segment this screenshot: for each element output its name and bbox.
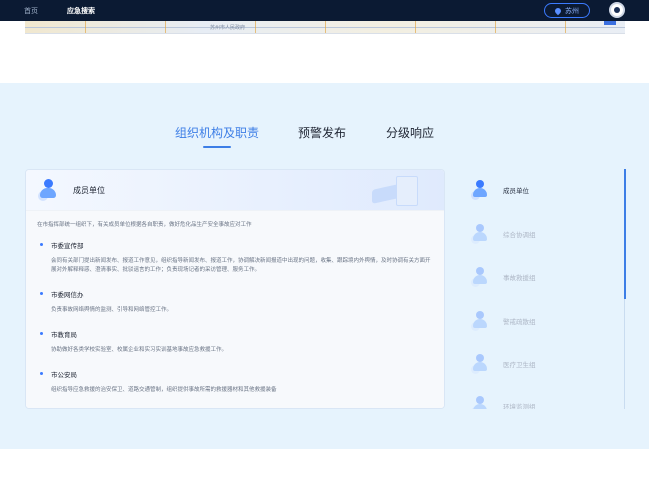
panel-title: 成员单位 [73,186,105,195]
tab-organization[interactable]: 组织机构及职责 [175,124,259,141]
unit-description: 会同有关部门提出新闻发布、报道工作意见，组织指导新闻发布、报道工作，协调解决新闻… [51,258,431,273]
nav-emergency-search[interactable]: 应急搜索 [67,6,95,16]
member-unit-icon [471,354,489,374]
location-label: 苏州 [565,6,579,15]
tab-warning-release[interactable]: 预警发布 [298,124,346,141]
map-control[interactable] [604,21,616,25]
map-view[interactable]: 苏州市人民政府 [25,21,625,34]
active-tab-indicator [203,146,231,148]
sidebar-item-medical[interactable]: 医疗卫生组 [471,351,621,377]
group-sidebar: 成员单位 综合协调组 事故救援组 警戒疏散组 医疗卫生组 环境监测组 [463,169,626,409]
unit-description: 组织指导应急救援的治安保卫、道路交通管制，组织提供事故所需的救援器材和其他救援装… [51,387,277,393]
panel-body[interactable]: 在市指挥部统一组织下，有关成员单位根据各自职责，做好危化品生产安全事故应对工作 … [26,210,444,408]
bullet-icon [40,292,43,295]
member-unit-icon [471,267,489,287]
sidebar-scroll-thumb[interactable] [623,169,626,299]
member-unit-panel: 成员单位 在市指挥部统一组织下，有关成员单位根据各自职责，做好危化品生产安全事故… [25,169,445,409]
panel-intro: 在市指挥部统一组织下，有关成员单位根据各自职责，做好危化品生产安全事故应对工作 [37,222,252,228]
sidebar-item-member-unit[interactable]: 成员单位 [471,177,621,203]
member-unit-icon [471,224,489,244]
sidebar-item-environment[interactable]: 环境监测组 [471,393,621,409]
sidebar-item-label: 成员单位 [503,187,529,195]
tab-bar: 组织机构及职责 预警发布 分级响应 [0,124,649,154]
sidebar-item-label: 警戒疏散组 [503,318,536,326]
sidebar-item-label: 综合协调组 [503,231,536,239]
sidebar-item-label: 医疗卫生组 [503,361,536,369]
unit-description: 负责事故网络舆情的监测、引导和网络管控工作。 [51,307,173,313]
member-unit-icon [471,311,489,331]
unit-description: 协助做好各类学校实验室、校属企业和实习实训基地事故应急救援工作。 [51,347,228,353]
unit-name: 市委宣传部 [51,242,84,250]
nav-home[interactable]: 首页 [24,6,38,16]
sidebar-item-evacuation[interactable]: 警戒疏散组 [471,308,621,334]
header-decoration-icon [366,172,426,210]
member-unit-icon [38,179,58,201]
sidebar-item-label: 事故救援组 [503,274,536,282]
unit-name: 市教育局 [51,331,77,339]
map-label: 苏州市人民政府 [210,25,246,31]
sidebar-item-label: 环境监测组 [503,403,536,409]
location-selector[interactable]: 苏州 [544,3,590,18]
sidebar-scrollbar[interactable] [623,169,626,409]
user-avatar-icon[interactable] [609,2,625,18]
bullet-icon [40,372,43,375]
sidebar-item-rescue[interactable]: 事故救援组 [471,264,621,290]
member-unit-icon [471,396,489,409]
location-pin-icon [553,6,563,15]
sidebar-item-coordination[interactable]: 综合协调组 [471,221,621,247]
unit-name: 市公安局 [51,371,77,379]
unit-name: 市委网信办 [51,291,84,299]
member-unit-icon [471,180,489,200]
panel-header: 成员单位 [26,170,444,210]
bullet-icon [40,243,43,246]
bullet-icon [40,332,43,335]
tab-graded-response[interactable]: 分级响应 [386,124,434,141]
top-navigation-bar: 首页 应急搜索 苏州 [0,0,649,21]
